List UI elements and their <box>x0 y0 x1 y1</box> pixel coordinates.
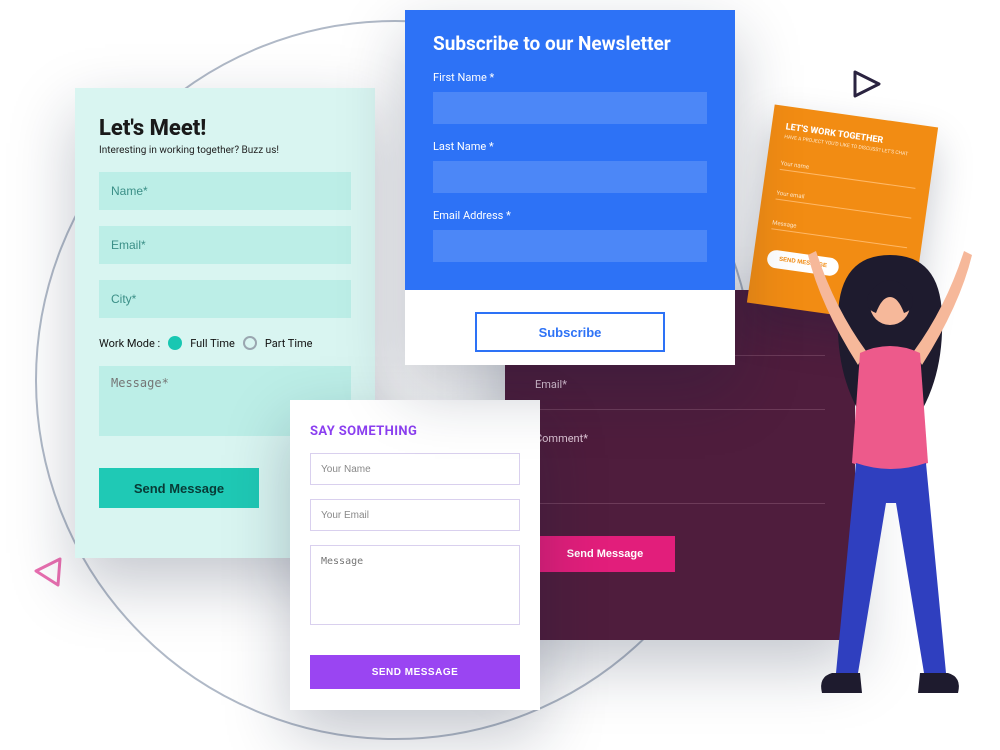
city-input[interactable] <box>99 280 351 318</box>
radio-fulltime[interactable] <box>168 336 182 350</box>
lastname-input[interactable] <box>433 161 707 193</box>
name-input[interactable]: Your name <box>780 160 917 189</box>
send-message-button[interactable]: SEND MESSAGE <box>310 655 520 689</box>
workmode-label: Work Mode : <box>99 337 160 350</box>
subscribe-form: Subscribe to our Newsletter First Name *… <box>405 10 735 365</box>
email-input[interactable] <box>310 499 520 531</box>
name-input[interactable] <box>310 453 520 485</box>
form-title: SAY SOMETHING <box>310 424 520 439</box>
say-something-form: SAY SOMETHING SEND MESSAGE <box>290 400 540 710</box>
email-input[interactable] <box>433 230 707 262</box>
comment-input[interactable]: Comment* <box>535 432 825 504</box>
email-label: Email Address * <box>433 209 707 222</box>
email-input[interactable]: Your email <box>776 190 913 219</box>
radio-parttime-label: Part Time <box>265 337 313 350</box>
form-subtitle: Interesting in working together? Buzz us… <box>99 145 351 156</box>
email-input[interactable]: Email* <box>535 378 825 410</box>
form-title: Subscribe to our Newsletter <box>433 32 707 55</box>
form-title: Let's Meet! <box>99 116 351 141</box>
firstname-label: First Name * <box>433 71 707 84</box>
radio-parttime[interactable] <box>243 336 257 350</box>
subscribe-button[interactable]: Subscribe <box>475 312 665 352</box>
workmode-row: Work Mode : Full Time Part Time <box>99 336 351 350</box>
email-input[interactable] <box>99 226 351 264</box>
name-input[interactable] <box>99 172 351 210</box>
subscribe-top: Subscribe to our Newsletter First Name *… <box>405 10 735 290</box>
subscribe-bottom: Subscribe <box>405 290 735 374</box>
radio-fulltime-label: Full Time <box>190 337 235 350</box>
message-input[interactable]: Message <box>771 219 908 248</box>
message-input[interactable] <box>310 545 520 625</box>
firstname-input[interactable] <box>433 92 707 124</box>
send-message-button[interactable]: Send Message <box>535 536 675 572</box>
send-message-button[interactable]: Send Message <box>99 468 259 508</box>
triangle-icon <box>30 555 62 591</box>
person-illustration <box>790 245 990 715</box>
lastname-label: Last Name * <box>433 140 707 153</box>
stage: Let's Meet! Interesting in working toget… <box>0 0 1000 750</box>
